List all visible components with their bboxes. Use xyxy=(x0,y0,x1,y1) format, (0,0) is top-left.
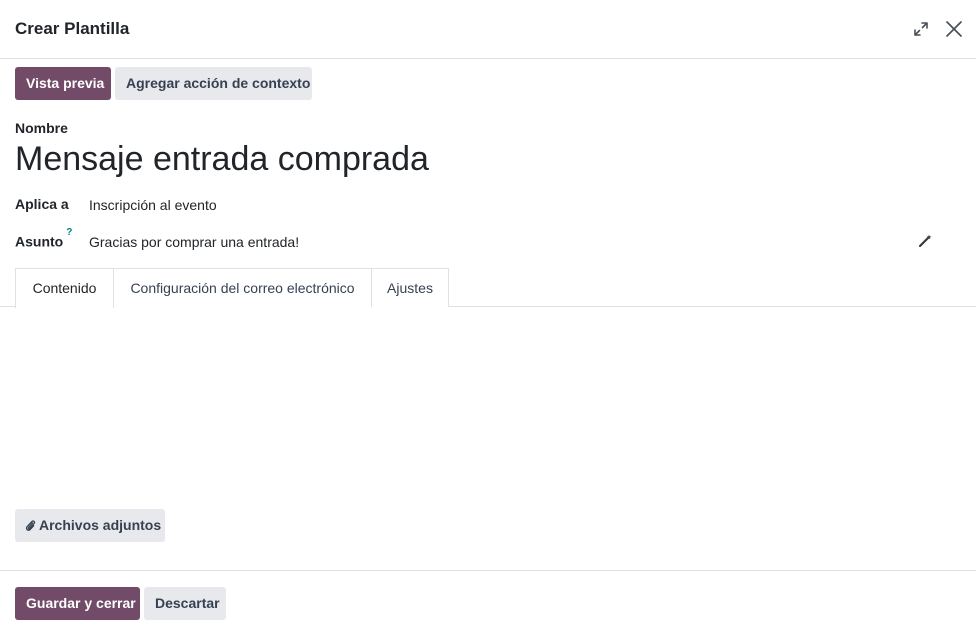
create-template-dialog: Crear Plantilla Vista previa Agregar acc… xyxy=(0,0,976,636)
close-icon[interactable] xyxy=(945,20,963,38)
tab-settings[interactable]: Ajustes xyxy=(371,268,449,307)
preview-button[interactable]: Vista previa xyxy=(15,67,111,100)
attachments-label: Archivos adjuntos xyxy=(39,517,162,533)
active-tab-underline-mask xyxy=(16,306,113,308)
expand-icon[interactable] xyxy=(913,21,929,37)
content-editor[interactable] xyxy=(15,310,961,490)
discard-button[interactable]: Descartar xyxy=(144,587,226,620)
tab-email-configuration[interactable]: Configuración del correo electrónico xyxy=(113,268,372,307)
dialog-title: Crear Plantilla xyxy=(15,19,130,38)
add-context-action-button[interactable]: Agregar acción de contexto xyxy=(115,67,312,100)
applies-to-value[interactable]: Inscripción al evento xyxy=(89,197,217,213)
magic-wand-icon[interactable] xyxy=(918,233,933,248)
tab-content[interactable]: Contenido xyxy=(15,268,114,308)
subject-label: Asunto? xyxy=(15,227,72,250)
footer-divider xyxy=(0,570,976,571)
paperclip-icon xyxy=(25,520,36,531)
applies-to-label: Aplica a xyxy=(15,196,69,212)
help-tooltip-icon[interactable]: ? xyxy=(66,227,72,238)
name-label: Nombre xyxy=(15,120,68,136)
subject-label-text: Asunto xyxy=(15,233,64,250)
save-and-close-button[interactable]: Guardar y cerrar xyxy=(15,587,140,620)
attachments-button[interactable]: Archivos adjuntos xyxy=(15,509,165,542)
name-input[interactable]: Mensaje entrada comprada xyxy=(15,140,429,179)
notebook-tabs: Contenido Configuración del correo elect… xyxy=(0,268,976,308)
dialog-header: Crear Plantilla xyxy=(0,0,976,59)
subject-input[interactable]: Gracias por comprar una entrada! xyxy=(89,234,299,250)
